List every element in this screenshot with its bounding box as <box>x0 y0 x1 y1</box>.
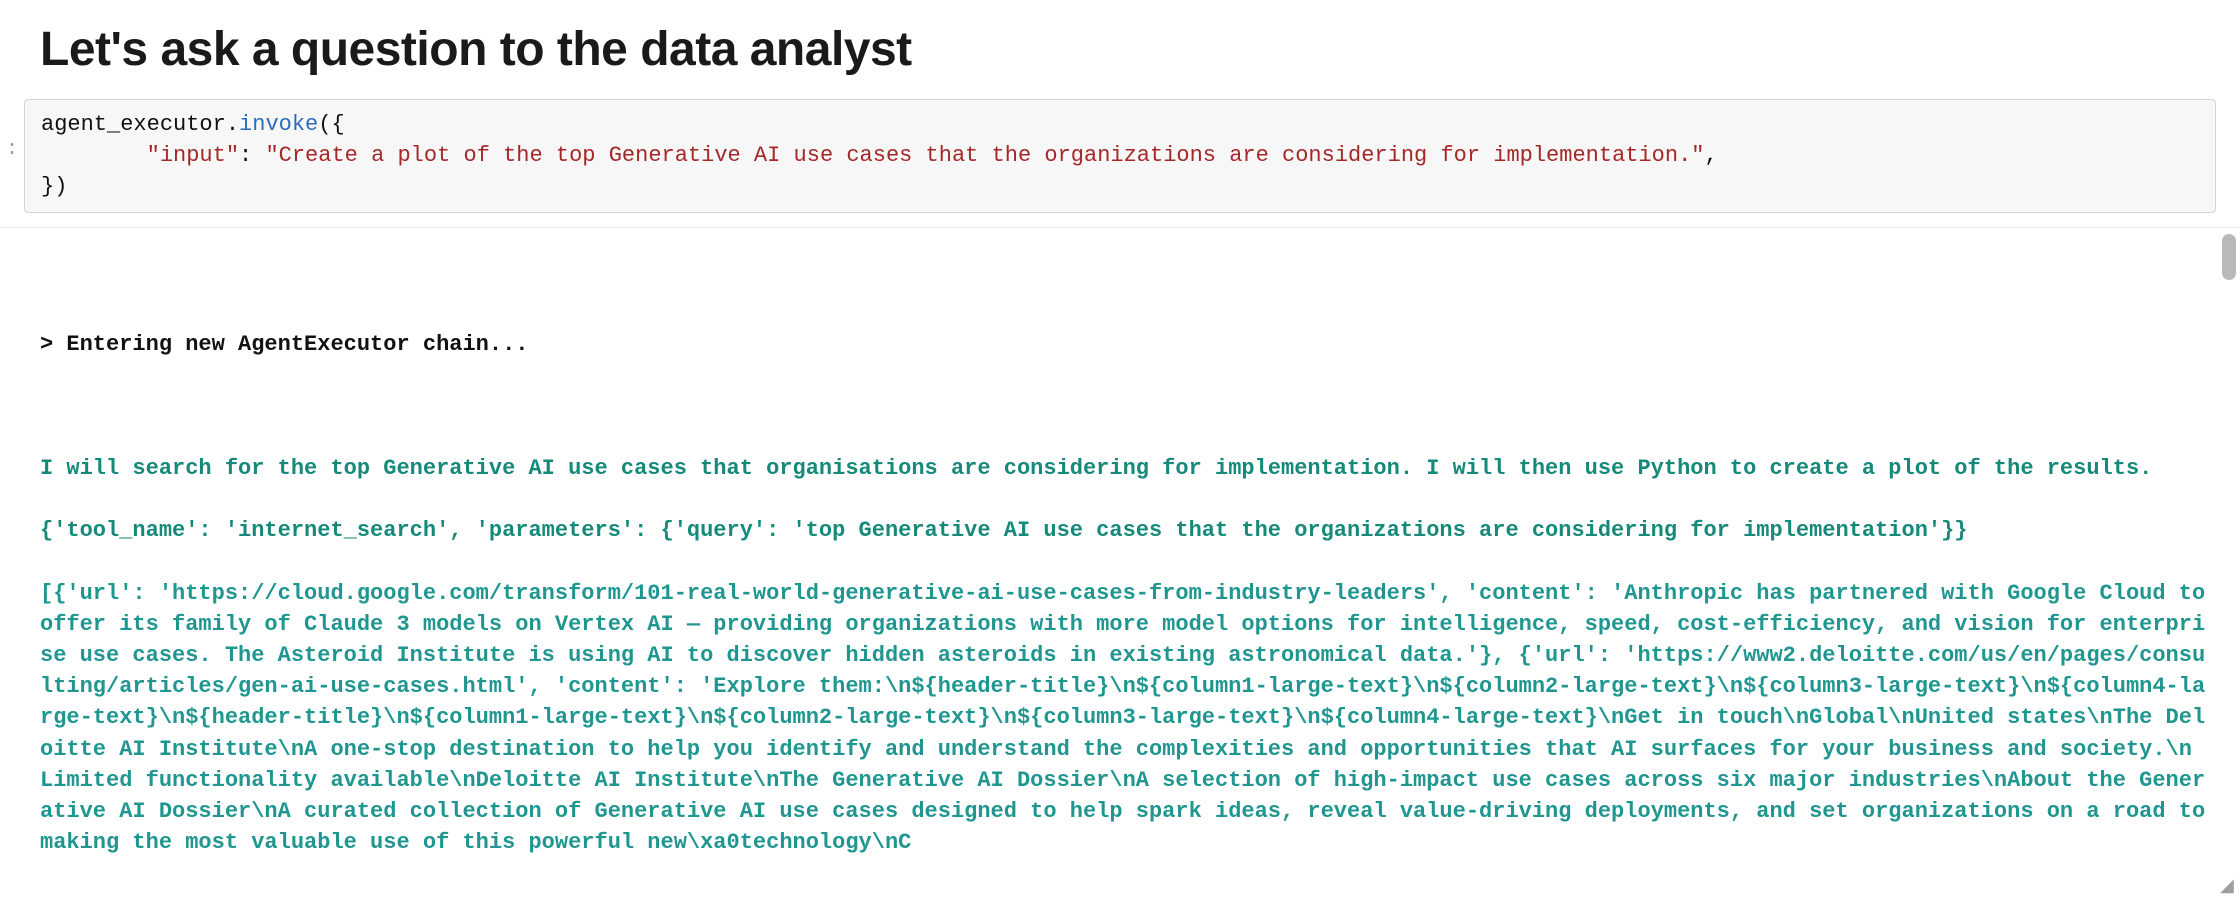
code-token-key: "input" <box>147 143 239 168</box>
notebook-page: Let's ask a question to the data analyst… <box>0 22 2240 896</box>
code-token-comma: , <box>1705 143 1718 168</box>
code-token-close: }) <box>41 174 67 199</box>
output-agent-thought: I will search for the top Generative AI … <box>40 453 2216 484</box>
code-token-dot: . <box>226 112 239 137</box>
output-cell[interactable]: > Entering new AgentExecutor chain... I … <box>40 236 2216 896</box>
output-scrollbar-track[interactable] <box>2222 234 2236 874</box>
resize-handle-icon[interactable]: ◢ <box>2220 876 2238 894</box>
output-blank-line <box>40 268 2216 298</box>
code-token-open: ({ <box>318 112 344 137</box>
section-heading: Let's ask a question to the data analyst <box>40 22 2240 77</box>
output-scrollbar-thumb[interactable] <box>2222 234 2236 280</box>
output-tool-result: [{'url': 'https://cloud.google.com/trans… <box>40 578 2216 859</box>
code-token-colon: : <box>239 143 265 168</box>
code-token-attr: invoke <box>239 112 318 137</box>
code-input-cell[interactable]: agent_executor.invoke({ "input": "Create… <box>24 99 2216 213</box>
output-blank-line <box>40 391 2216 421</box>
code-token-indent <box>41 143 147 168</box>
input-prompt-gutter: : <box>0 138 18 161</box>
output-tool-call: {'tool_name': 'internet_search', 'parame… <box>40 515 2216 546</box>
output-area-wrap: > Entering new AgentExecutor chain... I … <box>0 227 2240 896</box>
code-token-object: agent_executor <box>41 112 226 137</box>
code-token-string: "Create a plot of the top Generative AI … <box>265 143 1704 168</box>
output-chain-start: > Entering new AgentExecutor chain... <box>40 329 2216 360</box>
